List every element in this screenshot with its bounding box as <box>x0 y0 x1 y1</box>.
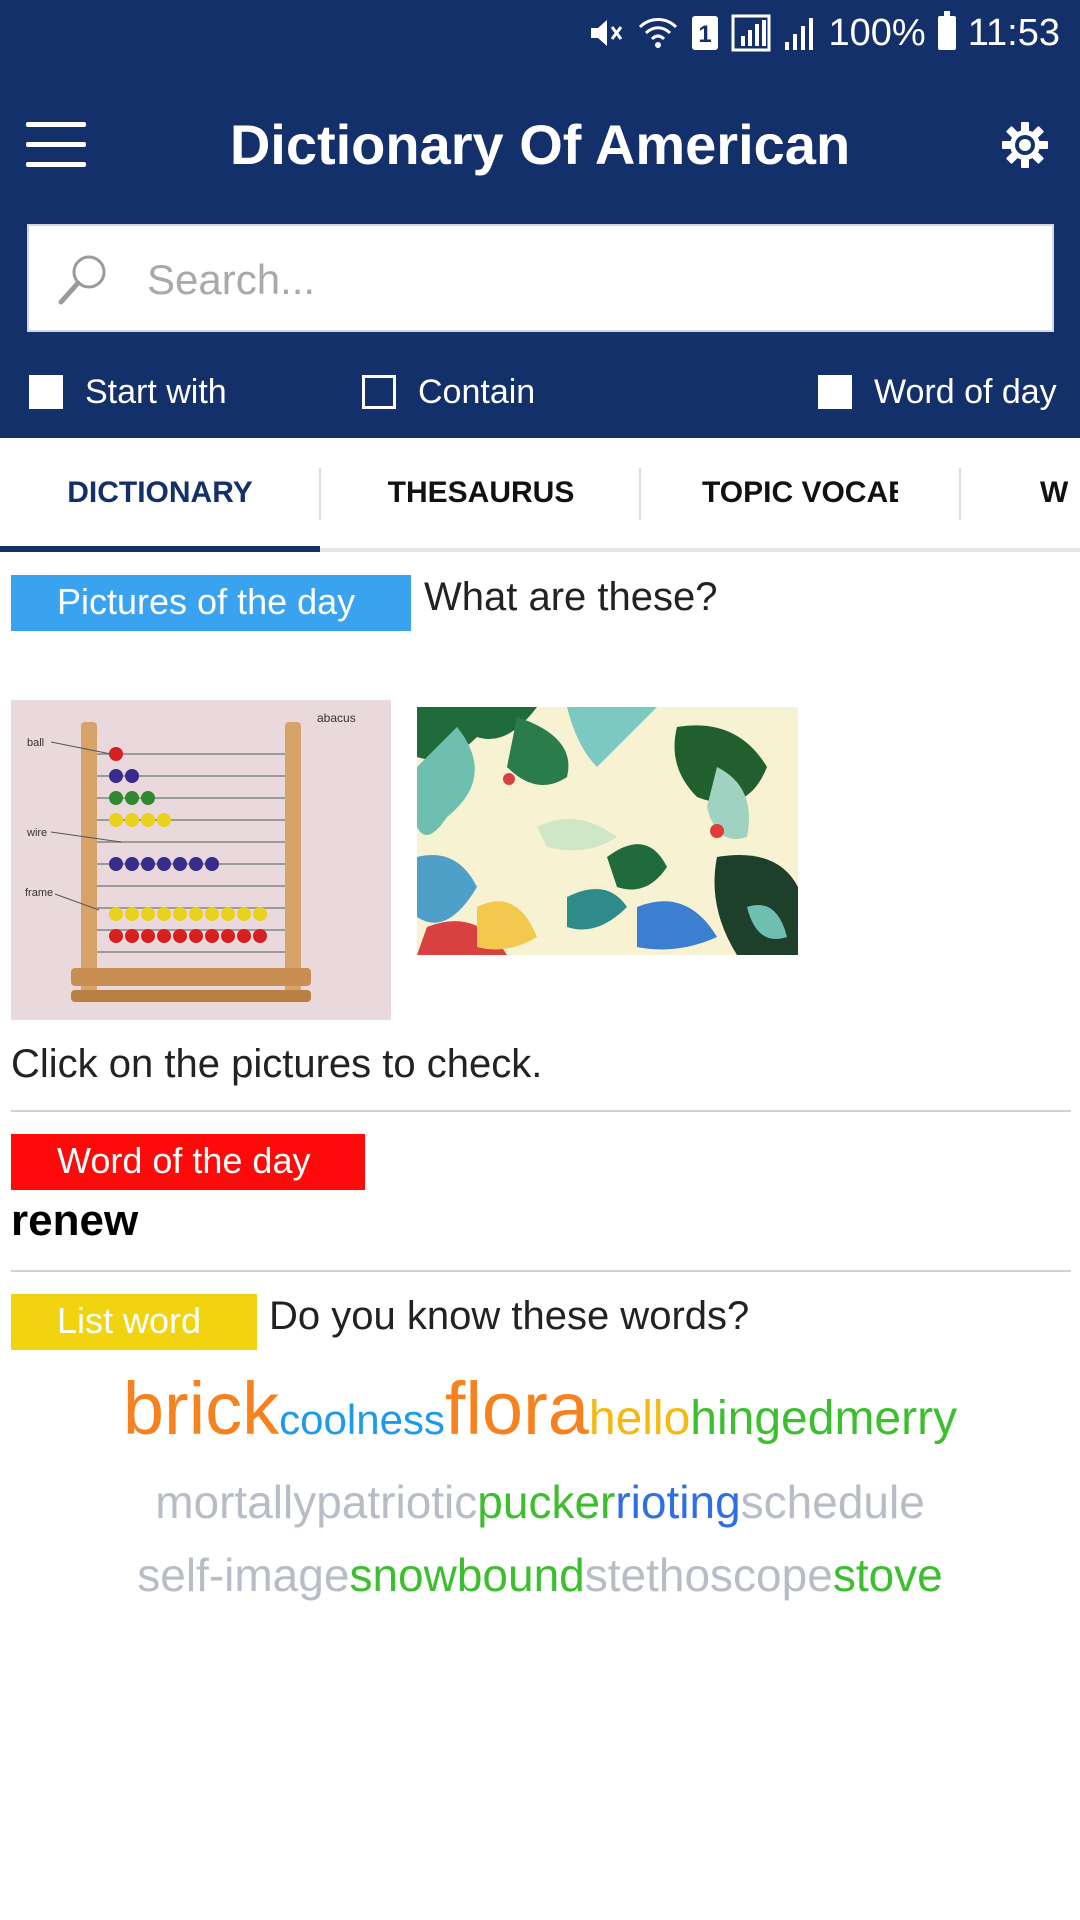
filter-label: Word of day <box>874 372 1057 411</box>
word-cloud-line: brickcoolnessflorahellohingedmerry <box>0 1366 1080 1451</box>
search-icon <box>53 250 113 310</box>
filter-label: Contain <box>418 372 536 411</box>
filter-word-of-day[interactable]: Word of day <box>818 370 1057 414</box>
word-cloud-word[interactable]: rioting <box>615 1476 740 1528</box>
clock: 11:53 <box>967 11 1060 54</box>
abacus-ball-label: ball <box>27 737 44 749</box>
mute-icon <box>585 13 625 53</box>
marbled-paint-picture[interactable] <box>417 707 798 955</box>
section-divider <box>11 1270 1071 1272</box>
tab-dictionary[interactable]: DICTIONARY <box>0 438 320 548</box>
abacus-picture[interactable]: ball wire frame abacus <box>11 700 391 1020</box>
filter-options: Start with Contain Word of day <box>0 364 1080 420</box>
start-with-checkbox[interactable] <box>29 375 63 409</box>
app-header: 1 100% 11:53 Dictionary Of American Sear… <box>0 0 1080 438</box>
wifi-icon <box>637 13 679 53</box>
filter-label: Start with <box>85 372 227 411</box>
active-tab-indicator <box>0 546 320 552</box>
marbled-paint-illustration <box>417 707 798 955</box>
app-title: Dictionary Of American <box>229 113 851 176</box>
word-cloud-word[interactable]: snowbound <box>349 1549 584 1601</box>
search-input[interactable] <box>145 250 1025 310</box>
word-cloud-word[interactable]: flora <box>445 1367 589 1450</box>
word-cloud-word[interactable]: hingedmerry <box>690 1392 957 1445</box>
contain-checkbox[interactable] <box>362 375 396 409</box>
pictures-question: What are these? <box>424 575 718 619</box>
status-icons: 1 100% 11:53 <box>585 10 1060 56</box>
sim-1-icon: 1 <box>691 13 719 53</box>
toolbar: Dictionary Of American <box>0 96 1080 196</box>
word-cloud-word[interactable]: schedule <box>741 1476 925 1528</box>
word-cloud-word[interactable]: self-image <box>137 1549 349 1601</box>
signal-icon <box>731 13 771 53</box>
battery-percent: 100% <box>828 11 926 54</box>
status-bar: 1 100% 11:53 <box>0 0 1080 66</box>
filter-contain[interactable]: Contain <box>362 370 535 414</box>
word-cloud-word[interactable]: mortallypatriotic <box>155 1476 477 1528</box>
tab-bar: DICTIONARY THESAURUS TOPIC VOCAB W <box>0 438 1080 552</box>
tab-thesaurus[interactable]: THESAURUS <box>321 438 641 548</box>
tab-divider <box>959 468 961 520</box>
tab-topic-vocab-label: TOPIC VOCAB <box>702 476 898 509</box>
gear-icon[interactable] <box>1000 120 1050 170</box>
signal-icon <box>783 13 817 53</box>
word-cloud-word[interactable]: pucker <box>477 1476 615 1528</box>
word-of-day-checkbox[interactable] <box>818 375 852 409</box>
section-divider <box>11 1110 1071 1112</box>
list-word-badge: List word <box>11 1294 257 1350</box>
abacus-illustration: ball wire frame abacus <box>25 711 356 1002</box>
word-cloud-word[interactable]: stove <box>833 1549 943 1601</box>
battery-icon <box>937 11 956 50</box>
tab-w[interactable]: W <box>1040 438 1080 548</box>
word-of-day-badge: Word of the day <box>11 1134 365 1190</box>
word-cloud-line: mortallypatrioticpuckerriotingschedule <box>0 1475 1080 1529</box>
search-box[interactable] <box>27 224 1054 332</box>
filter-start-with[interactable]: Start with <box>29 370 227 414</box>
word-cloud-line: self-imagesnowboundstethoscopestove <box>0 1548 1080 1602</box>
tab-topic-vocab[interactable]: TOPIC VOCAB <box>641 438 959 548</box>
abacus-wire-label: wire <box>26 827 47 839</box>
abacus-frame-label: frame <box>25 887 53 899</box>
abacus-title-label: abacus <box>317 711 356 725</box>
pictures-of-day-badge: Pictures of the day <box>11 575 411 631</box>
word-cloud-word[interactable]: hello <box>589 1392 690 1445</box>
svg-text:1: 1 <box>698 21 711 48</box>
word-cloud-word[interactable]: brick <box>123 1367 279 1450</box>
word-cloud-word[interactable]: coolness <box>279 1396 445 1443</box>
word-cloud-word[interactable]: stethoscope <box>585 1549 833 1601</box>
list-word-question: Do you know these words? <box>269 1294 750 1338</box>
pictures-caption: Click on the pictures to check. <box>11 1042 543 1086</box>
word-of-day-link[interactable]: renew <box>11 1196 138 1246</box>
